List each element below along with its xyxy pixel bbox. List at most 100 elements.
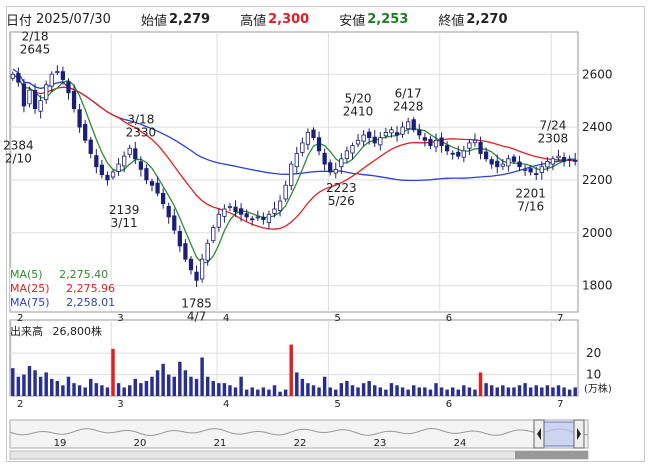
volume-bar <box>356 387 360 396</box>
candle <box>445 145 450 152</box>
volume-bar <box>322 376 327 396</box>
volume-bar <box>244 389 249 396</box>
volume-bar <box>111 348 115 396</box>
candle <box>266 213 272 223</box>
annotation-value: 2645 <box>20 42 51 56</box>
candle <box>339 158 344 168</box>
volume-bar <box>328 387 332 396</box>
volume-bar <box>462 385 466 396</box>
scrollbar-thumb[interactable] <box>515 451 588 459</box>
volume-bar <box>100 385 104 396</box>
volume-bar <box>44 372 48 396</box>
candle <box>55 71 60 74</box>
volume-bar <box>484 383 488 396</box>
volume-bar <box>528 387 533 396</box>
volume-bar <box>417 387 422 396</box>
annotation-date: 2/10 <box>5 151 32 165</box>
volume-bar <box>428 389 433 396</box>
volume-bar <box>150 376 154 396</box>
ma75-legend: MA(75) 2,258.01 <box>10 296 116 309</box>
ma5-value: 2,275.40 <box>59 268 109 281</box>
navigator-year-label: 21 <box>214 438 227 449</box>
volume-bar <box>27 366 32 396</box>
volume-bar <box>272 385 277 396</box>
volume-bar <box>478 372 483 396</box>
volume-bar <box>334 389 338 396</box>
annotation-value: 2308 <box>538 131 569 145</box>
candle <box>149 181 155 186</box>
annotation-value: 2410 <box>343 104 374 118</box>
y-tick-label: 2000 <box>582 226 613 240</box>
candle <box>166 205 171 218</box>
candle <box>556 155 561 159</box>
annotation-value: 2428 <box>393 100 424 114</box>
candle <box>305 131 311 145</box>
candle <box>461 150 466 158</box>
volume-bar <box>367 381 371 396</box>
volume-bar <box>16 376 21 396</box>
volume-bar <box>378 387 383 396</box>
candle <box>94 155 99 168</box>
volume-bar <box>506 387 511 396</box>
candle <box>483 151 489 160</box>
candle <box>456 151 461 157</box>
volume-label: 出来高 <box>10 325 43 338</box>
y-tick-label: 1800 <box>582 279 613 293</box>
annotation-date: 7/16 <box>517 200 544 214</box>
candle <box>367 131 372 139</box>
volume-bar <box>439 387 444 396</box>
candle <box>144 168 149 181</box>
candle <box>116 163 121 172</box>
candle <box>44 84 49 101</box>
volume-bar <box>434 383 438 396</box>
volume-bar <box>116 383 121 396</box>
candle <box>110 171 116 178</box>
candle <box>127 147 132 155</box>
volume-bar <box>512 387 516 396</box>
volume-bar <box>66 376 71 396</box>
volume-bar <box>155 370 160 396</box>
volume-bar <box>495 387 499 396</box>
candle <box>238 208 244 215</box>
candle <box>506 158 511 167</box>
volume-bar <box>339 383 344 396</box>
candle <box>372 136 377 144</box>
month-label: 4 <box>223 399 229 410</box>
candle <box>534 173 539 176</box>
annotation-date: 7/24 <box>539 118 566 132</box>
annotation-date: 3/11 <box>111 216 138 230</box>
volume-bar <box>423 387 427 396</box>
ma25-legend: MA(25) 2,275.96 <box>10 282 116 295</box>
volume-bar <box>395 385 399 396</box>
candle <box>300 142 305 153</box>
ma25-label: MA(25) <box>10 282 50 295</box>
candle <box>545 161 550 168</box>
month-label: 7 <box>557 313 563 324</box>
candle <box>361 134 366 142</box>
volume-bar <box>517 385 522 396</box>
volume-bar <box>523 383 527 396</box>
month-label: 5 <box>334 313 340 324</box>
annotation-date: 4/7 <box>187 310 206 324</box>
ma5-legend: MA(5) 2,275.40 <box>10 268 109 281</box>
candle <box>378 137 383 146</box>
candle <box>194 271 199 281</box>
scrollbar-track <box>9 450 589 460</box>
candle <box>177 231 182 247</box>
volume-bar <box>178 361 182 396</box>
candle <box>60 71 66 80</box>
volume-bar <box>11 368 15 396</box>
volume-bar <box>205 376 210 396</box>
volume-bar <box>183 370 188 396</box>
navigator-selection[interactable] <box>539 421 575 447</box>
volume-bar <box>300 378 305 396</box>
volume-bar <box>233 387 238 396</box>
candle <box>99 164 105 176</box>
volume-legend: 出来高 26,800株 <box>10 323 102 339</box>
volume-bar <box>317 387 321 396</box>
annotation-value: 2201 <box>515 187 546 201</box>
candle <box>561 157 567 162</box>
candle <box>322 152 327 165</box>
volume-bar <box>189 376 193 396</box>
volume-value: 26,800株 <box>52 325 103 338</box>
